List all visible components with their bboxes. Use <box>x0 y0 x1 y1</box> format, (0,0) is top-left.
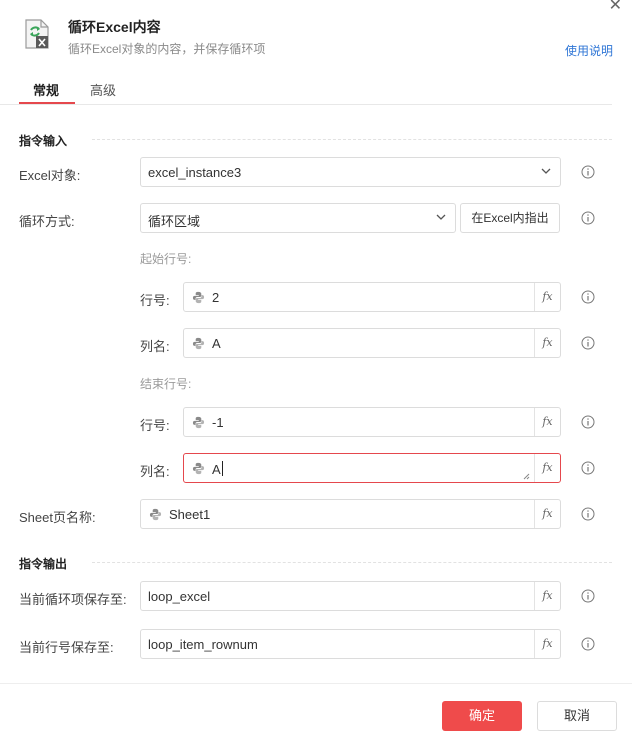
python-icon <box>192 416 205 429</box>
end-row-value: -1 <box>212 415 224 430</box>
sheet-name-label: Sheet页名称: <box>19 510 96 525</box>
fx-button[interactable]: fx <box>534 454 560 482</box>
end-row-input[interactable]: -1 fx <box>183 407 561 437</box>
loop-item-save-label: 当前循环项保存至: <box>19 592 127 607</box>
excel-object-select[interactable]: excel_instance3 <box>140 157 561 187</box>
fx-button[interactable]: fx <box>534 329 560 357</box>
fx-button[interactable]: fx <box>534 408 560 436</box>
loop-mode-label: 循环方式: <box>19 214 75 229</box>
loop-item-save-input[interactable]: loop_excel fx <box>140 581 561 611</box>
tab-general[interactable]: 常规 <box>33 80 59 99</box>
confirm-button[interactable]: 确定 <box>442 701 522 731</box>
info-icon[interactable] <box>581 211 595 225</box>
sheet-name-value: Sheet1 <box>169 507 211 522</box>
chevron-down-icon <box>541 168 551 174</box>
info-icon[interactable] <box>581 637 595 651</box>
resize-handle-icon[interactable] <box>523 473 530 480</box>
end-col-input[interactable]: A fx <box>183 453 561 483</box>
fx-button[interactable]: fx <box>534 283 560 311</box>
chevron-down-icon <box>436 214 446 220</box>
info-icon[interactable] <box>581 415 595 429</box>
row-num-save-input[interactable]: loop_item_rownum fx <box>140 629 561 659</box>
start-col-label: 列名: <box>140 339 170 354</box>
loop-item-save-value: loop_excel <box>148 589 211 604</box>
start-row-label: 行号: <box>140 293 170 308</box>
end-col-value-wrap: A <box>212 461 223 477</box>
info-icon[interactable] <box>581 589 595 603</box>
info-icon[interactable] <box>581 165 595 179</box>
end-col-label: 列名: <box>140 464 170 479</box>
start-row-input[interactable]: 2 fx <box>183 282 561 312</box>
end-row-label: 行号: <box>140 418 170 433</box>
start-col-input[interactable]: A fx <box>183 328 561 358</box>
dialog-header: 循环Excel内容 循环Excel对象的内容，并保存循环项 使用说明 <box>0 0 632 72</box>
tab-bar: 常规 高级 <box>0 76 612 105</box>
info-icon[interactable] <box>581 461 595 475</box>
excel-object-value: excel_instance3 <box>148 165 242 180</box>
help-link[interactable]: 使用说明 <box>565 42 613 59</box>
info-icon[interactable] <box>581 290 595 304</box>
dialog-subtitle: 循环Excel对象的内容，并保存循环项 <box>68 42 266 56</box>
locate-in-excel-button[interactable]: 在Excel内指出 <box>460 203 560 233</box>
active-tab-indicator <box>19 102 75 104</box>
python-icon <box>149 508 162 521</box>
info-icon[interactable] <box>581 336 595 350</box>
footer-divider <box>0 683 632 684</box>
section-divider <box>92 562 612 563</box>
row-num-save-value: loop_item_rownum <box>148 637 258 652</box>
python-icon <box>192 462 205 475</box>
sheet-name-input[interactable]: Sheet1 fx <box>140 499 561 529</box>
section-title-input: 指令输入 <box>19 134 68 148</box>
python-icon <box>192 291 205 304</box>
python-icon <box>192 337 205 350</box>
end-col-value: A <box>212 462 221 477</box>
dialog-title: 循环Excel内容 <box>68 19 161 35</box>
excel-object-label: Excel对象: <box>19 168 81 183</box>
info-icon[interactable] <box>581 507 595 521</box>
end-row-group-label: 结束行号: <box>140 377 192 391</box>
fx-button[interactable]: fx <box>534 500 560 528</box>
section-title-output: 指令输出 <box>19 557 68 571</box>
text-caret <box>221 461 223 476</box>
start-col-value: A <box>212 336 221 351</box>
section-divider <box>92 139 612 140</box>
cancel-button[interactable]: 取消 <box>537 701 617 731</box>
fx-button[interactable]: fx <box>534 630 560 658</box>
tab-advanced[interactable]: 高级 <box>90 80 116 99</box>
start-row-value: 2 <box>212 290 220 305</box>
row-num-save-label: 当前行号保存至: <box>19 640 114 655</box>
excel-loop-icon <box>25 19 49 49</box>
start-row-group-label: 起始行号: <box>140 252 192 266</box>
loop-mode-select[interactable]: 循环区域 <box>140 203 456 233</box>
loop-mode-value: 循环区域 <box>148 214 201 229</box>
fx-button[interactable]: fx <box>534 582 560 610</box>
